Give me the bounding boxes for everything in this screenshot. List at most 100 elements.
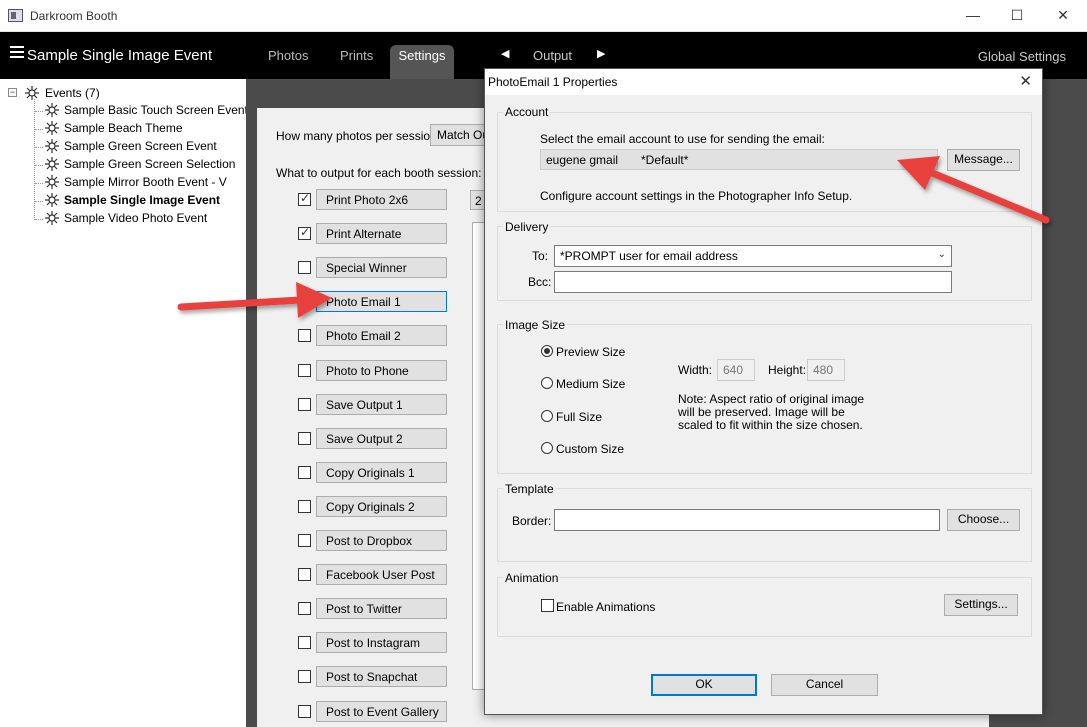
output-checkbox[interactable]: [298, 329, 311, 343]
message-button[interactable]: Message...: [947, 149, 1020, 171]
output-button[interactable]: Post to Snapchat: [316, 666, 447, 688]
output-button[interactable]: Photo Email 1: [316, 291, 447, 313]
output-checkbox[interactable]: [298, 363, 311, 377]
tab-prints[interactable]: Prints: [340, 48, 373, 63]
collapse-icon[interactable]: −: [8, 88, 17, 97]
event-icon: [45, 139, 59, 153]
minimize-icon[interactable]: —: [958, 4, 988, 26]
close-icon[interactable]: ✕: [1048, 4, 1078, 26]
output-button[interactable]: Print Photo 2x6: [316, 189, 447, 210]
tab-settings[interactable]: Settings: [390, 45, 454, 79]
cancel-button[interactable]: Cancel: [771, 674, 878, 696]
tree-item-label: Sample Single Image Event: [64, 193, 221, 207]
ok-button[interactable]: OK: [651, 674, 757, 696]
image-size-radio[interactable]: [541, 410, 553, 422]
image-size-option-label: Custom Size: [556, 442, 625, 456]
output-checkbox[interactable]: [298, 602, 311, 616]
output-checkbox[interactable]: [298, 225, 311, 241]
output-checkbox[interactable]: [298, 397, 311, 411]
choose-button[interactable]: Choose...: [947, 509, 1020, 531]
output-checkbox[interactable]: [298, 465, 311, 479]
output-button[interactable]: Post to Twitter: [316, 598, 447, 620]
menu-icon[interactable]: [10, 46, 24, 58]
window-title: Darkroom Booth: [30, 9, 118, 23]
output-button[interactable]: Post to Instagram: [316, 632, 447, 654]
output-checkbox[interactable]: [298, 431, 311, 445]
animation-group-label: Animation: [503, 571, 561, 585]
output-checkbox[interactable]: [298, 534, 311, 547]
enable-animations-label: Enable Animations: [556, 600, 656, 614]
output-button[interactable]: Copy Originals 2: [316, 495, 447, 517]
output-checkbox[interactable]: [298, 191, 311, 206]
account-instruction: Select the email account to use for send…: [540, 132, 825, 146]
event-icon: [45, 103, 59, 117]
tree-connector: [35, 183, 43, 184]
event-icon: [45, 211, 59, 225]
aspect-note-1: Note: Aspect ratio of original image: [678, 392, 865, 406]
image-size-radio[interactable]: [541, 345, 553, 357]
output-checkbox[interactable]: [298, 670, 311, 684]
tree-item-label: Sample Green Screen Event: [64, 139, 217, 153]
image-size-group-label: Image Size: [503, 318, 568, 332]
output-checkbox[interactable]: [298, 261, 311, 275]
tree-item-label: Sample Basic Touch Screen Event: [64, 103, 248, 117]
output-button[interactable]: Copy Originals 1: [316, 461, 447, 483]
event-icon: [45, 157, 59, 171]
output-checkbox[interactable]: [298, 295, 311, 309]
account-name: eugene gmail: [546, 153, 619, 167]
output-button[interactable]: Save Output 1: [316, 393, 447, 415]
global-settings-link[interactable]: Global Settings: [978, 49, 1066, 64]
dialog-close-icon[interactable]: ✕: [1019, 72, 1032, 90]
output-button[interactable]: Photo Email 2: [316, 325, 447, 347]
delivery-group-label: Delivery: [503, 220, 551, 234]
output-button[interactable]: Post to Event Gallery: [316, 700, 447, 722]
width-input[interactable]: 640: [717, 359, 755, 381]
account-default: *Default*: [641, 153, 689, 167]
aspect-note-2: will be preserved. Image will be: [678, 405, 845, 419]
photoemail-properties-dialog: PhotoEmail 1 Properties ✕ Account Select…: [484, 68, 1043, 715]
event-tree: − Events (7) Sample Basic Touch Screen E…: [0, 79, 248, 727]
height-input[interactable]: 480: [807, 359, 845, 381]
output-checkbox[interactable]: [298, 568, 311, 582]
tree-connector: [35, 165, 43, 166]
account-select[interactable]: eugene gmail *Default*: [540, 149, 938, 170]
output-checkbox[interactable]: [298, 636, 311, 650]
output-button[interactable]: Print Alternate: [316, 223, 447, 245]
aspect-note-3: scaled to fit within the size chosen.: [678, 418, 863, 432]
output-button[interactable]: Facebook User Post: [316, 564, 447, 586]
dialog-titlebar: PhotoEmail 1 Properties ✕: [485, 69, 1042, 95]
tree-connector: [35, 201, 43, 202]
output-checkbox[interactable]: [298, 499, 311, 513]
output-button[interactable]: Photo to Phone: [316, 359, 447, 381]
photos-per-session-label: How many photos per session:: [276, 129, 441, 143]
output-prev-icon[interactable]: ◀: [501, 47, 509, 60]
tree-item-label: Sample Mirror Booth Event - V: [64, 175, 227, 189]
to-dropdown[interactable]: *PROMPT user for email address ⌄: [554, 245, 952, 267]
tree-item-label: Sample Video Photo Event: [64, 211, 208, 225]
output-button[interactable]: Post to Dropbox: [316, 530, 447, 551]
enable-animations-checkbox[interactable]: [541, 599, 554, 612]
maximize-icon[interactable]: ☐: [1002, 4, 1032, 26]
height-label: Height:: [768, 363, 807, 377]
output-label: Output: [533, 48, 573, 63]
image-size-radio[interactable]: [541, 442, 553, 454]
width-label: Width:: [678, 363, 713, 377]
bcc-input[interactable]: [554, 271, 952, 293]
event-icon: [45, 193, 59, 207]
event-icon: [45, 121, 59, 135]
output-button[interactable]: Special Winner: [316, 257, 447, 279]
animation-settings-button[interactable]: Settings...: [944, 594, 1018, 616]
image-size-radio[interactable]: [541, 377, 553, 389]
border-label: Border:: [512, 514, 552, 528]
output-button[interactable]: Save Output 2: [316, 427, 447, 449]
tree-connector: [35, 111, 43, 112]
to-value: *PROMPT user for email address: [560, 249, 738, 263]
output-checkbox[interactable]: [298, 704, 311, 718]
tree-connector: [35, 129, 43, 130]
tab-photos[interactable]: Photos: [268, 48, 308, 63]
tree-item-label: Sample Beach Theme: [64, 121, 183, 135]
image-size-option-label: Full Size: [556, 410, 603, 424]
output-next-icon[interactable]: ▶: [597, 47, 605, 60]
output-list-label: What to output for each booth session:: [276, 166, 482, 180]
border-input[interactable]: [554, 509, 940, 531]
